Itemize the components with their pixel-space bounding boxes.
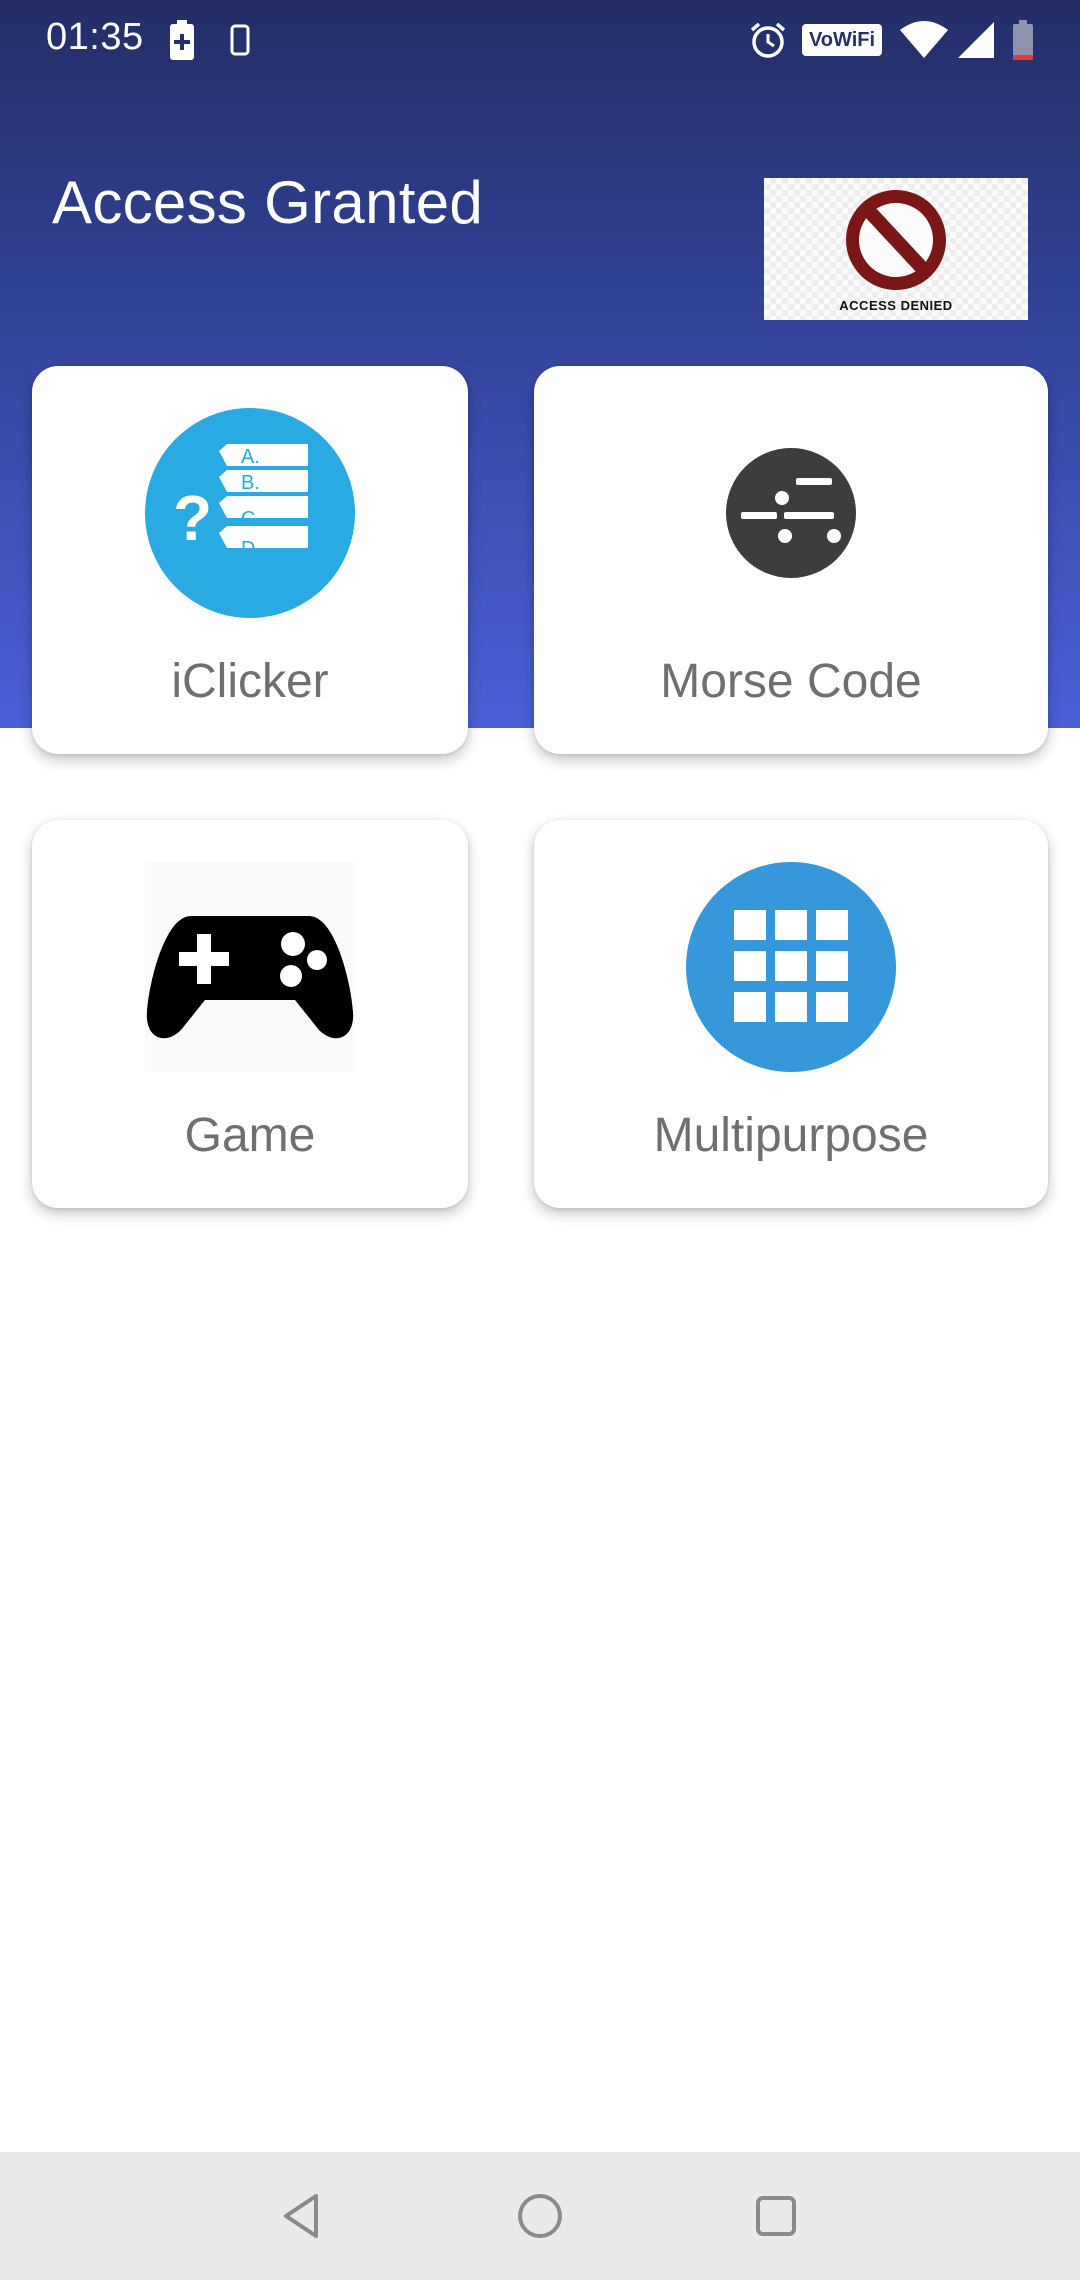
phone-icon [230, 24, 250, 61]
battery-charging-icon [168, 20, 196, 65]
wifi-icon [900, 20, 948, 65]
access-denied-text: ACCESS DENIED [839, 298, 953, 313]
vowifi-badge: VoWiFi [802, 24, 882, 56]
access-denied-image: ACCESS DENIED [764, 178, 1028, 320]
game-label: Game [184, 1109, 316, 1162]
recents-icon [756, 2196, 796, 2236]
choice-a-label: A. [241, 446, 260, 468]
navigation-bar [0, 2152, 1080, 2280]
back-button[interactable] [276, 2188, 332, 2244]
game-card[interactable]: Game [32, 820, 468, 1208]
alarm-icon [748, 20, 788, 65]
battery-low-icon [1012, 20, 1034, 65]
iclicker-label: iClicker [171, 655, 329, 708]
back-icon [284, 2194, 318, 2238]
home-icon [518, 2194, 562, 2238]
grid-icon [686, 862, 896, 1072]
multipurpose-card[interactable]: Multipurpose [534, 820, 1048, 1208]
status-time: 01:35 [46, 16, 144, 58]
choice-d-label: D. [241, 538, 261, 560]
status-bar: 01:35 VoWiFi [0, 0, 1080, 80]
iclicker-icon: ? A. B. C. D. [145, 408, 355, 618]
svg-text:?: ? [173, 482, 212, 554]
multipurpose-label: Multipurpose [653, 1109, 929, 1162]
home-button[interactable] [512, 2188, 568, 2244]
morse-code-card[interactable]: Morse Code [534, 366, 1048, 754]
recents-button[interactable] [748, 2188, 804, 2244]
choice-c-label: C. [241, 508, 261, 530]
prohibited-icon [846, 190, 946, 290]
page-title: Access Granted [52, 169, 484, 236]
cell-signal-icon [956, 20, 996, 65]
choice-b-label: B. [241, 472, 260, 494]
morse-code-icon [726, 448, 856, 578]
morse-code-label: Morse Code [660, 655, 922, 708]
gamepad-icon [145, 862, 355, 1072]
iclicker-card[interactable]: ? A. B. C. D. iClicker [32, 366, 468, 754]
